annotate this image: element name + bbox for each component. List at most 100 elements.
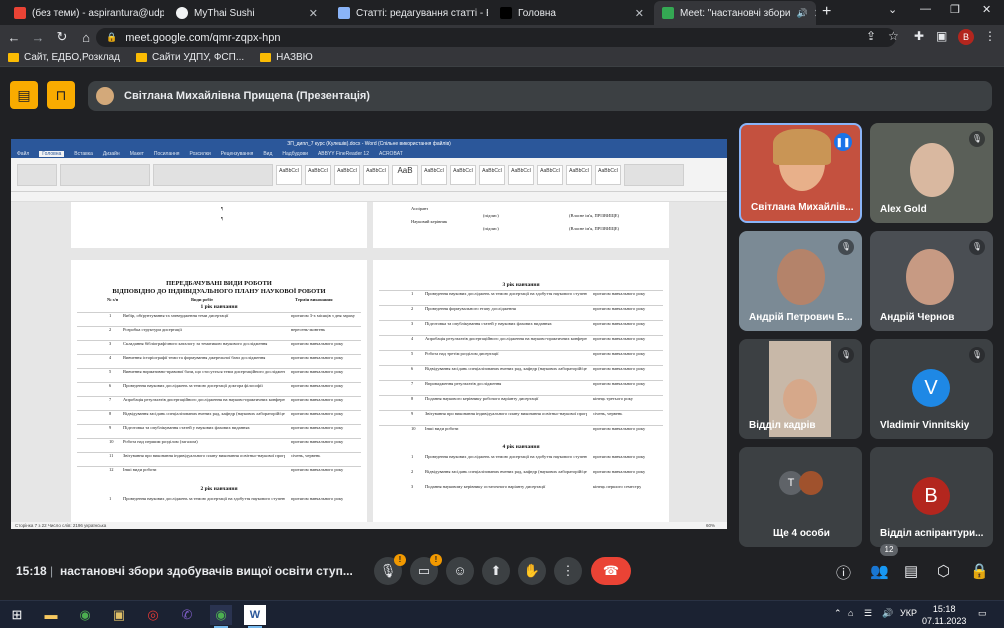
forward-button[interactable]: → [28,30,48,45]
bookmark-folder[interactable]: Сайт, ЕДБО,Розклад [8,52,120,63]
col-header-work: Види робіт [191,297,214,302]
raise-hand-button[interactable]: ✋ [518,557,546,585]
system-clock[interactable]: 15:18 07.11.2023 [922,603,966,627]
tab-gmail[interactable]: (без теми) - aspirantura@udpu ✕ [6,1,164,25]
address-bar[interactable]: 🔒 meet.google.com/qmr-zqpx-hpn [96,28,896,47]
viber-icon[interactable]: ✆ [176,605,198,625]
minimize-button[interactable]: — [920,3,931,15]
row-term: протягом навчального року [291,425,344,430]
row-number: 2 [411,306,414,311]
chevron-down-icon[interactable]: ⌄ [888,3,897,16]
tab-articles[interactable]: Статті: редагування статті - Вд ✕ [330,1,488,25]
participant-tile[interactable]: 🎙 Alex Gold [870,123,993,223]
close-icon[interactable]: ✕ [635,7,644,20]
word-icon[interactable]: W [244,605,266,628]
volume-icon[interactable]: 🔊 [882,608,893,619]
page-subtitle: ВІДПОВІДНО ДО ІНДИВІДУАЛЬНОГО ПЛАНУ НАУК… [112,288,326,295]
signature-caption: (підпис) [483,226,499,231]
ojs-icon [338,7,350,19]
close-icon[interactable]: ✕ [309,7,318,20]
bookmark-folder[interactable]: НАЗВЮ [260,52,313,63]
participant-tile[interactable]: 🎙 Відділ кадрів [739,339,862,439]
mic-toggle-button[interactable]: 🎙! [374,554,406,585]
pin-layout-icon[interactable]: ⊓ [47,81,75,109]
profile-avatar[interactable]: В [958,29,974,45]
row-number: 3 [109,341,112,346]
video-feed [906,249,954,305]
present-layout-icon[interactable]: ▤ [10,81,38,109]
tab-main[interactable]: Головна ✕ [492,1,652,25]
file-explorer-icon[interactable]: ▬ [40,605,62,625]
video-feed [910,143,954,197]
chat-icon[interactable]: ▤ [904,562,918,580]
participant-tile[interactable]: В Відділ аспірантури... [870,447,993,547]
leave-call-button[interactable]: ☎ [591,557,631,585]
ribbon-tab: Посилання [153,150,180,157]
notification-icon[interactable]: ▭ [978,608,987,619]
participant-tile[interactable]: 🎙 Андрій Петрович Б... [739,231,862,331]
folder-icon [8,53,19,62]
font-group [60,163,150,186]
close-icon[interactable]: ✕ [814,7,816,20]
present-screen-button[interactable]: ⬆ [482,557,510,585]
row-work: Відвідування засідань спеціалізованих вч… [123,411,285,416]
row-work: Впровадження результатів дослідження [425,381,502,386]
row-number: 6 [411,366,414,371]
emoji-button[interactable]: ☺ [446,557,474,585]
more-options-button[interactable]: ⋮ [554,557,582,585]
paragraph-mark: ¶ [221,216,224,221]
row-number: 12 [109,467,114,472]
windows-start-icon[interactable]: ⊞ [6,605,28,625]
row-work: Проведення наукових досліджень за темою … [425,291,587,296]
name-caption: (Власне ім'я, ПРІЗВИЩЕ) [569,226,620,231]
activities-icon[interactable]: ⬡ [937,562,950,580]
chrome-profile-icon[interactable]: ◉ [210,605,232,628]
bookmark-folder[interactable]: Сайти УДПУ, ФСП... [135,52,244,63]
participant-tile[interactable]: V 🎙 Vladimir Vinnitskiy [870,339,993,439]
home-button[interactable]: ⌂ [76,30,96,45]
signature-caption: (підпис) [483,213,499,218]
people-icon[interactable]: 👥 [870,562,889,580]
row-work: Проведення наукових досліджень за темою … [123,496,285,501]
app-icon[interactable]: ▣ [108,605,130,625]
mic-off-icon: 🎙 [838,239,854,255]
sidebar-icon[interactable]: ▣ [936,29,947,43]
info-icon[interactable]: ⓘ [836,562,851,583]
style-swatch: AaBbCcI [595,164,621,185]
language-indicator[interactable]: УКР [900,608,917,618]
row-term: протягом навчального року [291,355,344,360]
speaker-icon[interactable]: 🔊 [797,8,808,19]
camera-toggle-button[interactable]: ▭! [410,554,442,585]
ribbon-tab: Вид [263,150,273,157]
tab-meet[interactable]: Meet: "настановчі збори 🔊 ✕ [654,1,816,25]
close-window-button[interactable]: ✕ [982,3,991,16]
row-term: протягом навчального року [593,291,646,296]
host-controls-icon[interactable]: 🔒 [970,562,989,580]
meeting-title: настановчі збори здобувачів вищої освіти… [60,564,353,578]
maximize-button[interactable]: ❐ [950,3,960,16]
chrome-icon[interactable]: ◉ [74,605,96,625]
warning-icon: ! [430,554,442,566]
chevron-up-icon[interactable]: ⌃ [834,608,842,619]
new-tab-button[interactable]: + [822,3,831,21]
participant-tile[interactable]: 🎙 Андрій Чернов [870,231,993,331]
tab-mythai[interactable]: MyThai Sushi ✕ [168,1,326,25]
opera-icon[interactable]: ◎ [142,605,164,625]
network-icon[interactable]: ⌂ [848,608,853,618]
row-term: протягом навчального року [291,467,344,472]
meet-icon [662,7,674,19]
mic-off-icon: 🎙 [969,239,985,255]
more-participants-tile[interactable]: Т Ще 4 особи [739,447,862,547]
menu-icon[interactable]: ⋮ [984,29,996,43]
row-number: 2 [109,327,112,332]
wifi-icon[interactable]: ☰ [864,608,872,619]
back-button[interactable]: ← [4,30,24,45]
participant-tile[interactable]: ❚❚ Світлана Михайлів... [739,123,862,223]
reload-button[interactable]: ↻ [52,29,72,45]
paragraph-mark: ¶ [221,206,224,211]
extensions-icon[interactable]: ✚ [914,29,924,43]
face [783,379,817,419]
style-swatch: AaBbCcI [537,164,563,185]
star-icon[interactable]: ☆ [888,29,899,43]
share-icon[interactable]: ⇪ [866,29,876,43]
